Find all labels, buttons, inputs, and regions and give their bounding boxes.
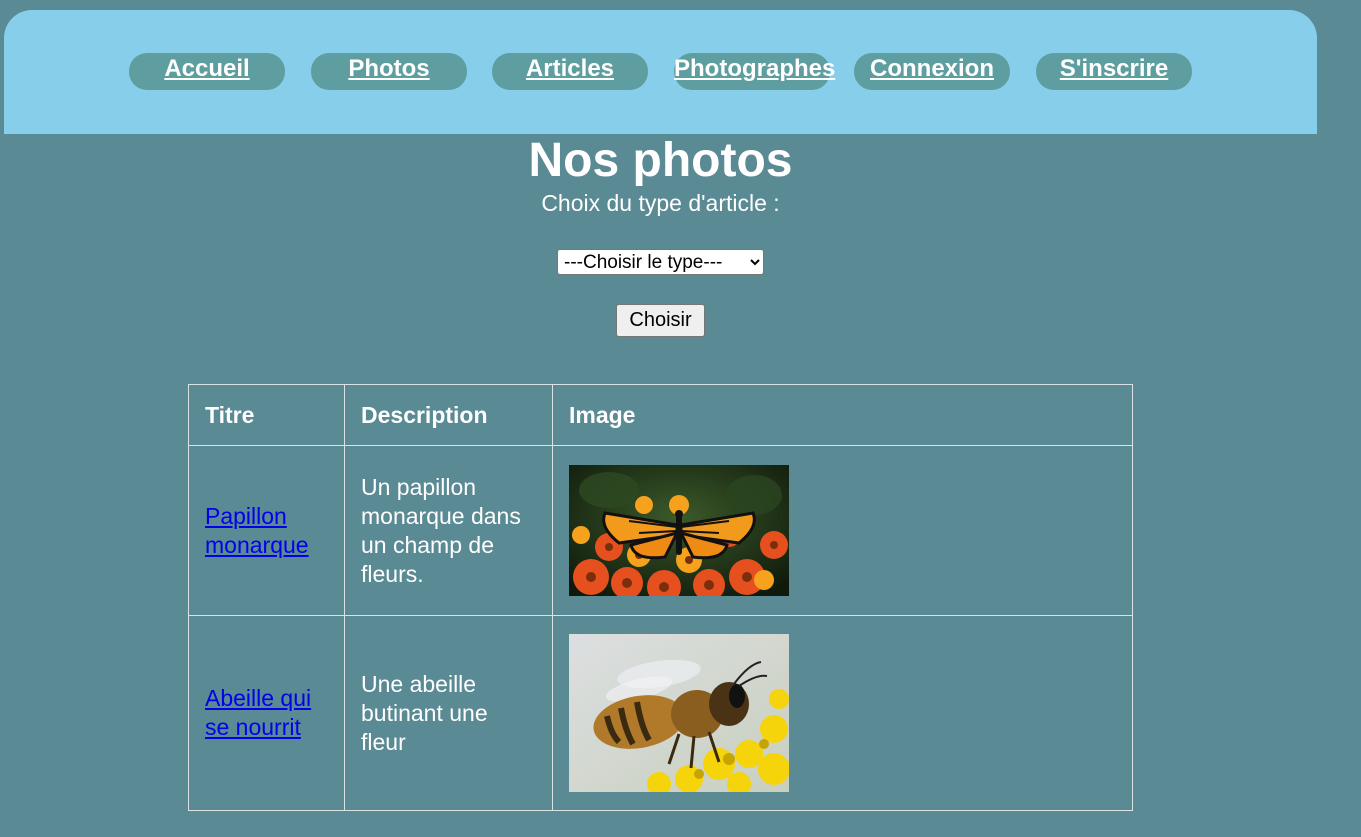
nav-link-sinscrire[interactable]: S'inscrire	[1036, 53, 1192, 85]
header-description: Description	[344, 384, 553, 446]
cell-title: Papillon monarque	[188, 445, 345, 616]
photos-table: Titre Description Image Papillon monarqu…	[188, 384, 1133, 811]
page-title: Nos photos	[528, 134, 793, 187]
cell-image	[552, 445, 1133, 616]
header-titre: Titre	[188, 384, 345, 446]
table-row: Abeille qui se nourrit Une abeille butin…	[188, 615, 1133, 811]
bee-on-flower-image	[569, 634, 789, 792]
cell-title: Abeille qui se nourrit	[188, 615, 345, 811]
nav-link-articles[interactable]: Articles	[492, 53, 648, 85]
nav-link-connexion[interactable]: Connexion	[854, 53, 1010, 85]
nav-item-accueil[interactable]: Accueil	[129, 53, 285, 90]
nav-item-connexion[interactable]: Connexion	[854, 53, 1010, 90]
nav-item-photographes[interactable]: Photographes	[674, 53, 835, 90]
type-select-label: Choix du type d'article :	[541, 190, 780, 216]
nav-item-articles[interactable]: Articles	[492, 53, 648, 90]
photo-title-link[interactable]: Abeille qui se nourrit	[205, 685, 311, 740]
photo-title-link[interactable]: Papillon monarque	[205, 503, 309, 558]
nav-item-sinscrire[interactable]: S'inscrire	[1036, 53, 1192, 90]
photo-description: Une abeille butinant une fleur	[361, 670, 488, 755]
table-row: Papillon monarque Un papillon monarque d…	[188, 445, 1133, 616]
nav-link-accueil[interactable]: Accueil	[129, 53, 285, 85]
table-header-row: Titre Description Image	[188, 384, 1133, 446]
header-image: Image	[552, 384, 1133, 446]
cell-description: Une abeille butinant une fleur	[344, 615, 553, 811]
monarch-butterfly-image	[569, 465, 789, 596]
article-type-select[interactable]: ---Choisir le type---	[557, 249, 764, 275]
nav-item-photos[interactable]: Photos	[311, 53, 467, 90]
cell-description: Un papillon monarque dans un champ de fl…	[344, 445, 553, 616]
photo-description: Un papillon monarque dans un champ de fl…	[361, 473, 521, 587]
nav-link-photographes[interactable]: Photographes	[674, 53, 835, 85]
top-navigation: Accueil Photos Articles Photographes Con…	[4, 10, 1317, 134]
cell-image	[552, 615, 1133, 811]
choose-button[interactable]: Choisir	[616, 304, 705, 337]
nav-link-photos[interactable]: Photos	[311, 53, 467, 85]
